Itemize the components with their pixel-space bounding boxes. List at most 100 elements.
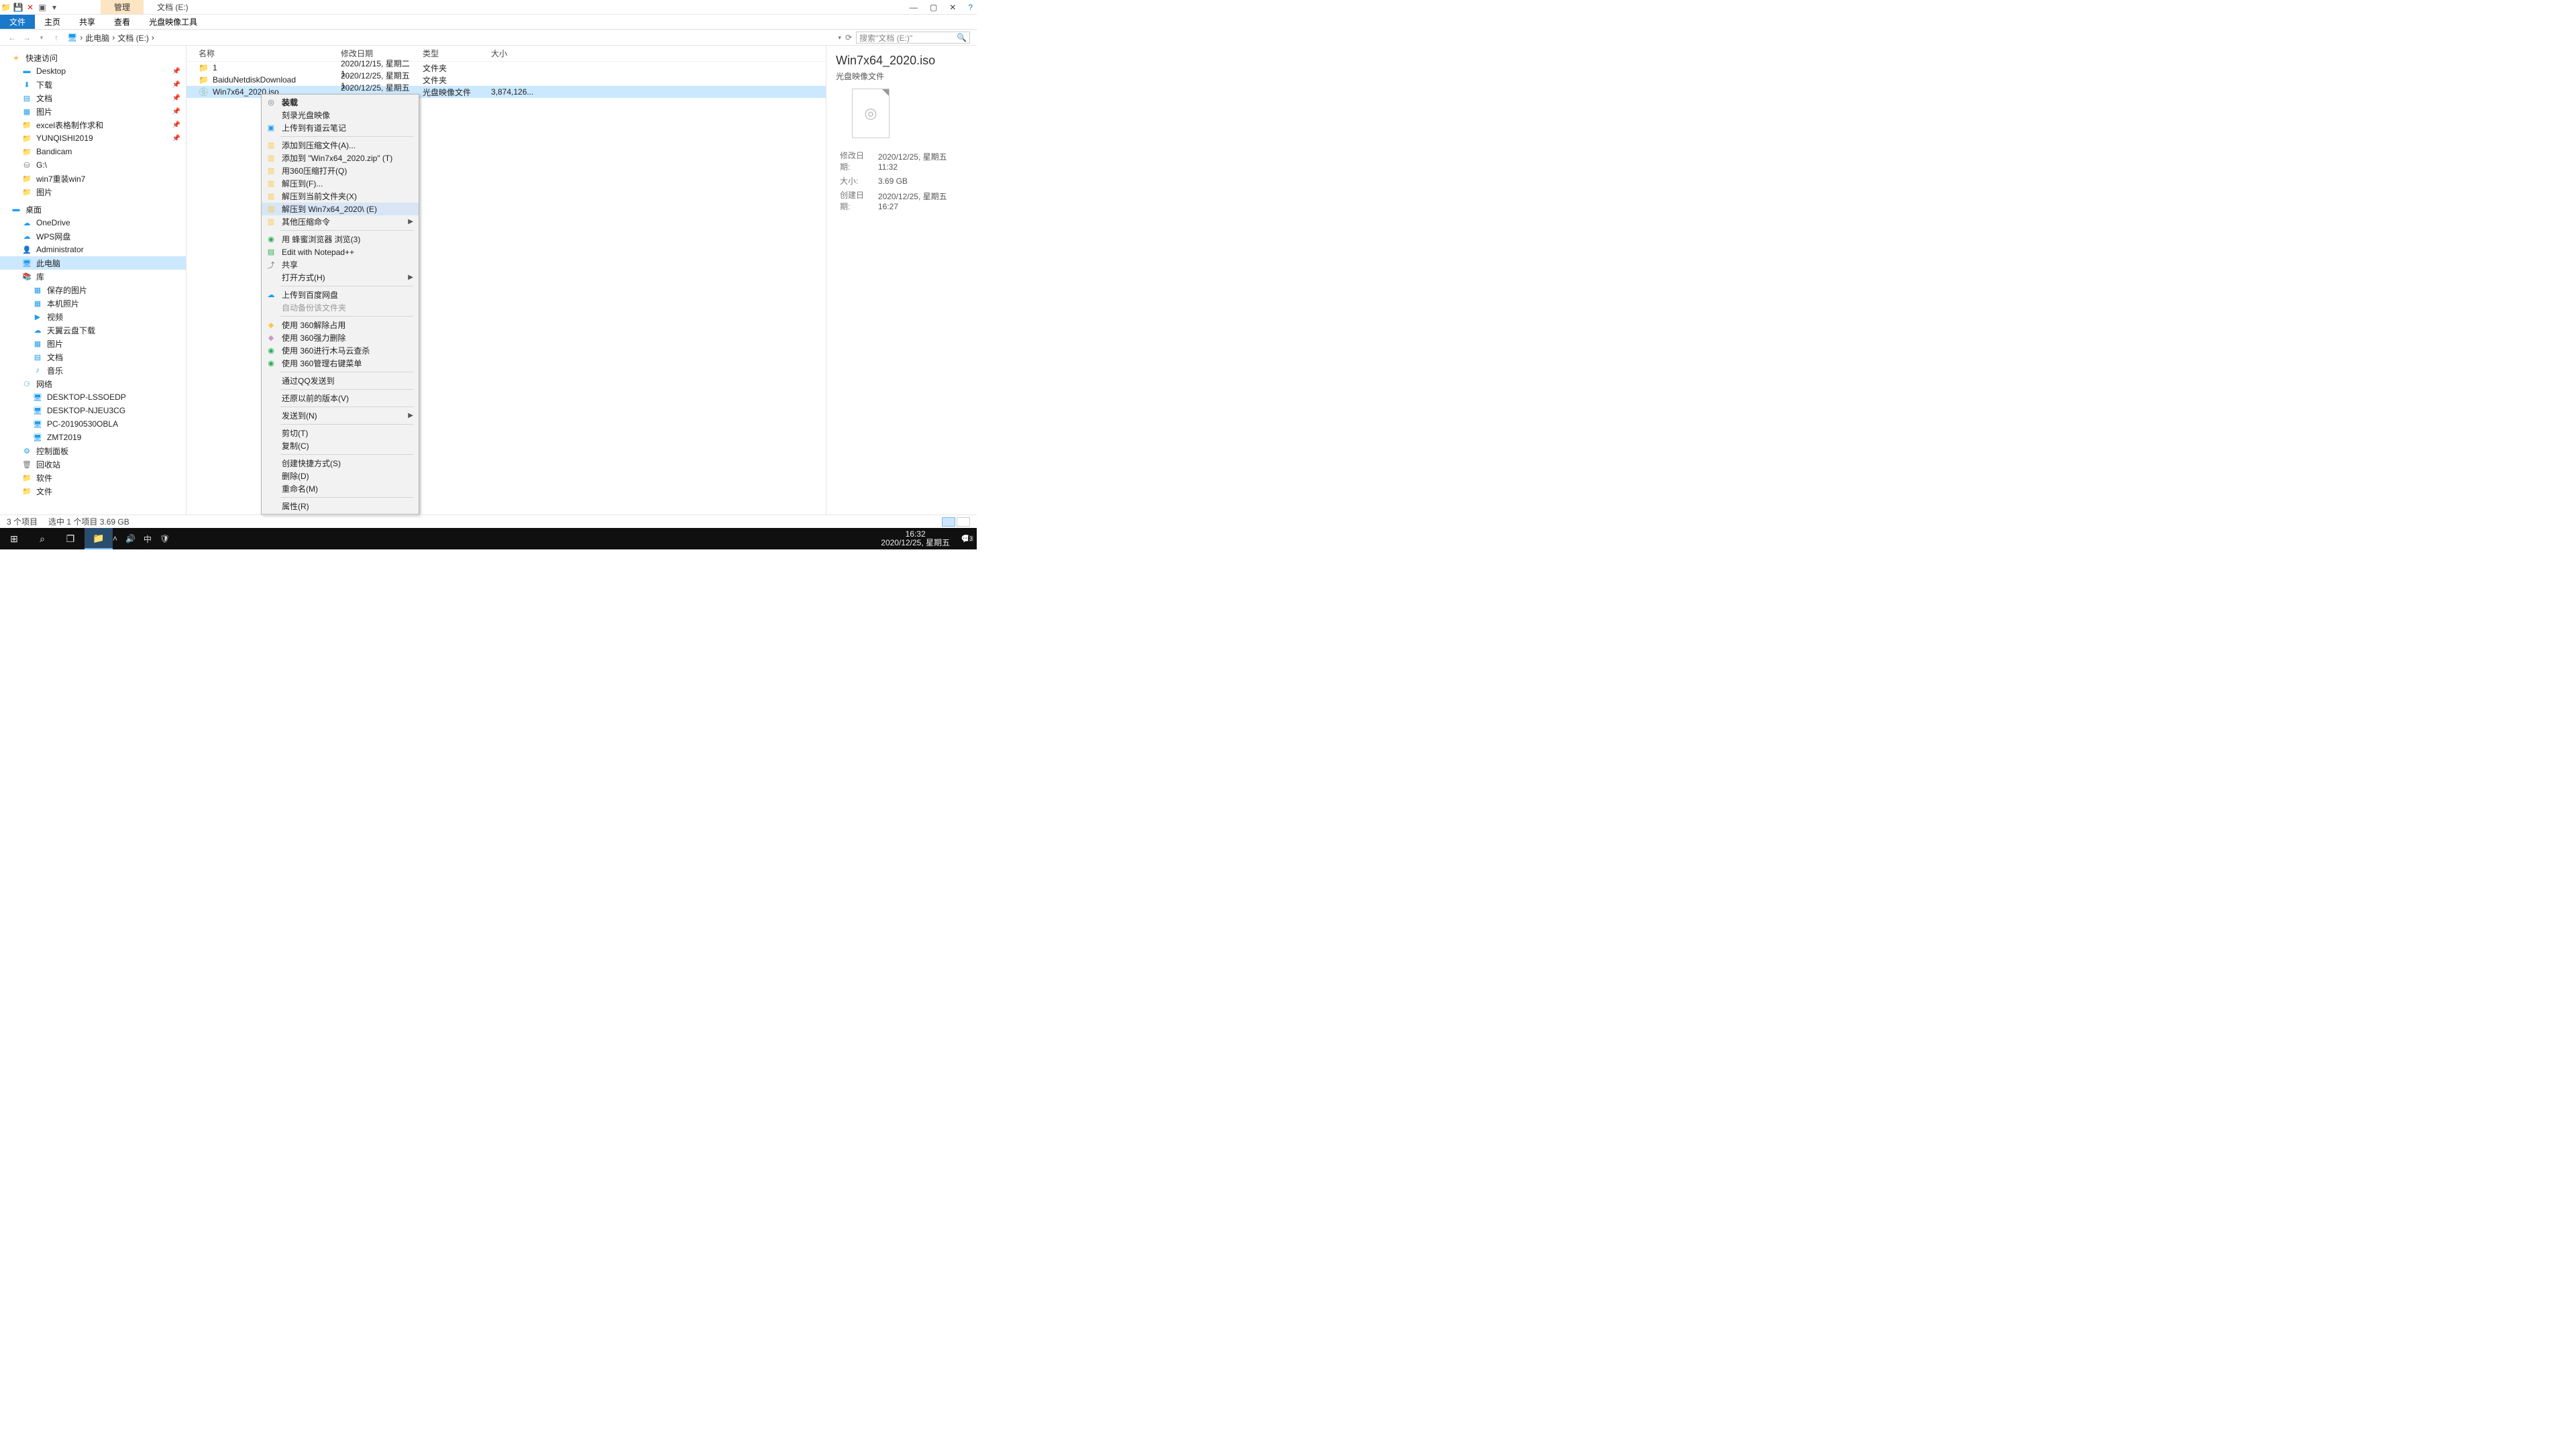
refresh-icon[interactable]: ⟳	[845, 33, 852, 42]
menu-notepad[interactable]: ▤Edit with Notepad++	[262, 246, 419, 258]
menu-other-compress[interactable]: ▥其他压缩命令▶	[262, 215, 419, 228]
menu-360-unlock[interactable]: ◆使用 360解除占用	[262, 319, 419, 331]
back-icon[interactable]: ←	[7, 33, 17, 42]
nav-desktop-root[interactable]: ▬桌面	[0, 203, 186, 216]
clock[interactable]: 16:32 2020/12/25, 星期五	[875, 530, 955, 547]
view-toggle[interactable]	[942, 517, 970, 527]
menu-extract-here[interactable]: ▥解压到当前文件夹(X)	[262, 190, 419, 203]
menu-open-360[interactable]: ▥用360压缩打开(Q)	[262, 164, 419, 177]
nav-pictures2[interactable]: 📁图片	[0, 185, 186, 199]
up-icon[interactable]: ↑	[51, 33, 62, 42]
column-headers[interactable]: 名称 修改日期 类型 大小	[186, 46, 826, 62]
dropdown-icon[interactable]: ▾	[48, 3, 60, 12]
menu-360-scan[interactable]: ◉使用 360进行木马云查杀	[262, 344, 419, 357]
nav-onedrive[interactable]: ☁OneDrive	[0, 216, 186, 229]
menu-properties[interactable]: 属性(R)	[262, 500, 419, 513]
file-row[interactable]: 📁1 2020/12/15, 星期二 1... 文件夹	[186, 62, 826, 74]
menu-extract-named[interactable]: ▥解压到 Win7x64_2020\ (E)	[262, 203, 419, 215]
nav-gdrive[interactable]: ⛁G:\	[0, 158, 186, 172]
menu-rename[interactable]: 重命名(M)	[262, 482, 419, 495]
nav-downloads[interactable]: ⬇下载📌	[0, 78, 186, 91]
menu-restore[interactable]: 还原以前的版本(V)	[262, 392, 419, 405]
large-view-icon[interactable]	[957, 517, 970, 527]
menu-qq[interactable]: 通过QQ发送到	[262, 374, 419, 387]
nav-documents[interactable]: ▤文档📌	[0, 91, 186, 105]
new-icon[interactable]: ▣	[36, 3, 48, 12]
file-row[interactable]: 📁BaiduNetdiskDownload 2020/12/25, 星期五 1.…	[186, 74, 826, 86]
crumb-drop-icon[interactable]: ▾	[838, 34, 841, 42]
search-input[interactable]: 搜索"文档 (E:)" 🔍	[856, 32, 970, 44]
tab-view[interactable]: 查看	[105, 15, 140, 29]
maximize-button[interactable]: ▢	[930, 3, 937, 12]
nav-yunqishi[interactable]: 📁YUNQISHI2019📌	[0, 131, 186, 145]
nav-pc4[interactable]: 🖥ZMT2019	[0, 431, 186, 444]
nav-files[interactable]: 📁文件	[0, 484, 186, 498]
menu-cut[interactable]: 剪切(T)	[262, 427, 419, 439]
nav-bandicam[interactable]: 📁Bandicam	[0, 145, 186, 158]
close-doc-icon[interactable]: ✕	[24, 3, 36, 12]
nav-music[interactable]: ♪音乐	[0, 364, 186, 377]
search-button[interactable]: ⌕	[28, 528, 56, 549]
menu-share[interactable]: ⤴共享	[262, 258, 419, 271]
breadcrumb[interactable]: 🖥 › 此电脑 › 文档 (E:) ›	[66, 32, 834, 44]
menu-extract-to[interactable]: ▥解压到(F)...	[262, 177, 419, 190]
tab-share[interactable]: 共享	[70, 15, 105, 29]
col-type[interactable]: 类型	[423, 48, 491, 59]
menu-add-archive[interactable]: ▥添加到压缩文件(A)...	[262, 139, 419, 152]
minimize-button[interactable]: —	[910, 3, 918, 12]
menu-delete[interactable]: 删除(D)	[262, 470, 419, 482]
volume-icon[interactable]: 🔊	[125, 534, 136, 543]
nav-admin[interactable]: 👤Administrator	[0, 243, 186, 256]
details-view-icon[interactable]	[942, 517, 955, 527]
nav-saved-pics[interactable]: ▦保存的图片	[0, 283, 186, 297]
start-button[interactable]: ⊞	[0, 528, 28, 549]
ime-indicator[interactable]: 中	[144, 533, 152, 545]
nav-quick-access[interactable]: ★快速访问	[0, 51, 186, 64]
explorer-taskbar-icon[interactable]: 📁	[85, 528, 113, 549]
nav-recycle[interactable]: 🗑回收站	[0, 458, 186, 471]
crumb-this-pc[interactable]: 此电脑	[85, 32, 109, 44]
tab-home[interactable]: 主页	[35, 15, 70, 29]
menu-copy[interactable]: 复制(C)	[262, 439, 419, 452]
nav-network[interactable]: ⚆网络	[0, 377, 186, 390]
menu-honey[interactable]: ◉用 蜂蜜浏览器 浏览(3)	[262, 233, 419, 246]
nav-desktop[interactable]: ▬Desktop📌	[0, 64, 186, 78]
action-center[interactable]: 💬3	[955, 534, 977, 543]
nav-pc1[interactable]: 🖥DESKTOP-LSSOEDP	[0, 390, 186, 404]
tray-overflow-icon[interactable]: ˄	[113, 534, 117, 543]
nav-win7[interactable]: 📁win7重装win7	[0, 172, 186, 185]
tab-iso-tools[interactable]: 光盘映像工具	[140, 15, 207, 29]
nav-pc2[interactable]: 🖥DESKTOP-NJEU3CG	[0, 404, 186, 417]
tab-file[interactable]: 文件	[0, 15, 35, 29]
menu-360-force[interactable]: ◆使用 360强力删除	[262, 331, 419, 344]
nav-pictures[interactable]: ▦图片	[0, 337, 186, 350]
nav-tianyi[interactable]: ☁天翼云盘下载	[0, 323, 186, 337]
nav-control-panel[interactable]: ⚙控制面板	[0, 444, 186, 458]
menu-burn[interactable]: 刻录光盘映像	[262, 109, 419, 121]
col-size[interactable]: 大小	[491, 48, 538, 59]
menu-open-with[interactable]: 打开方式(H)▶	[262, 271, 419, 284]
close-button[interactable]: ✕	[949, 3, 956, 12]
nav-pictures-q[interactable]: ▦图片📌	[0, 105, 186, 118]
menu-youdao[interactable]: ▣上传到有道云笔记	[262, 121, 419, 134]
col-name[interactable]: 名称	[199, 48, 341, 59]
shield-icon[interactable]: 🛡	[160, 534, 170, 543]
help-icon[interactable]: ?	[968, 3, 973, 12]
menu-360-mgr[interactable]: ◉使用 360管理右键菜单	[262, 357, 419, 370]
nav-pc3[interactable]: 🖥PC-20190530OBLA	[0, 417, 186, 431]
nav-videos[interactable]: ▶视频	[0, 310, 186, 323]
save-icon[interactable]: 💾	[12, 3, 24, 12]
menu-send-to[interactable]: 发送到(N)▶	[262, 409, 419, 422]
menu-add-zip[interactable]: ▥添加到 "Win7x64_2020.zip" (T)	[262, 152, 419, 164]
contextual-tab-manage[interactable]: 管理	[101, 0, 144, 14]
nav-docs[interactable]: ▤文档	[0, 350, 186, 364]
recent-dropdown-icon[interactable]: ▾	[36, 34, 47, 42]
task-view-button[interactable]: ❐	[56, 528, 85, 549]
nav-software[interactable]: 📁软件	[0, 471, 186, 484]
nav-local-photos[interactable]: ▦本机照片	[0, 297, 186, 310]
forward-icon[interactable]: →	[21, 33, 32, 42]
menu-shortcut[interactable]: 创建快捷方式(S)	[262, 457, 419, 470]
nav-this-pc[interactable]: 🖥此电脑	[0, 256, 186, 270]
menu-mount[interactable]: ◎装载	[262, 96, 419, 109]
nav-libraries[interactable]: 📚库	[0, 270, 186, 283]
